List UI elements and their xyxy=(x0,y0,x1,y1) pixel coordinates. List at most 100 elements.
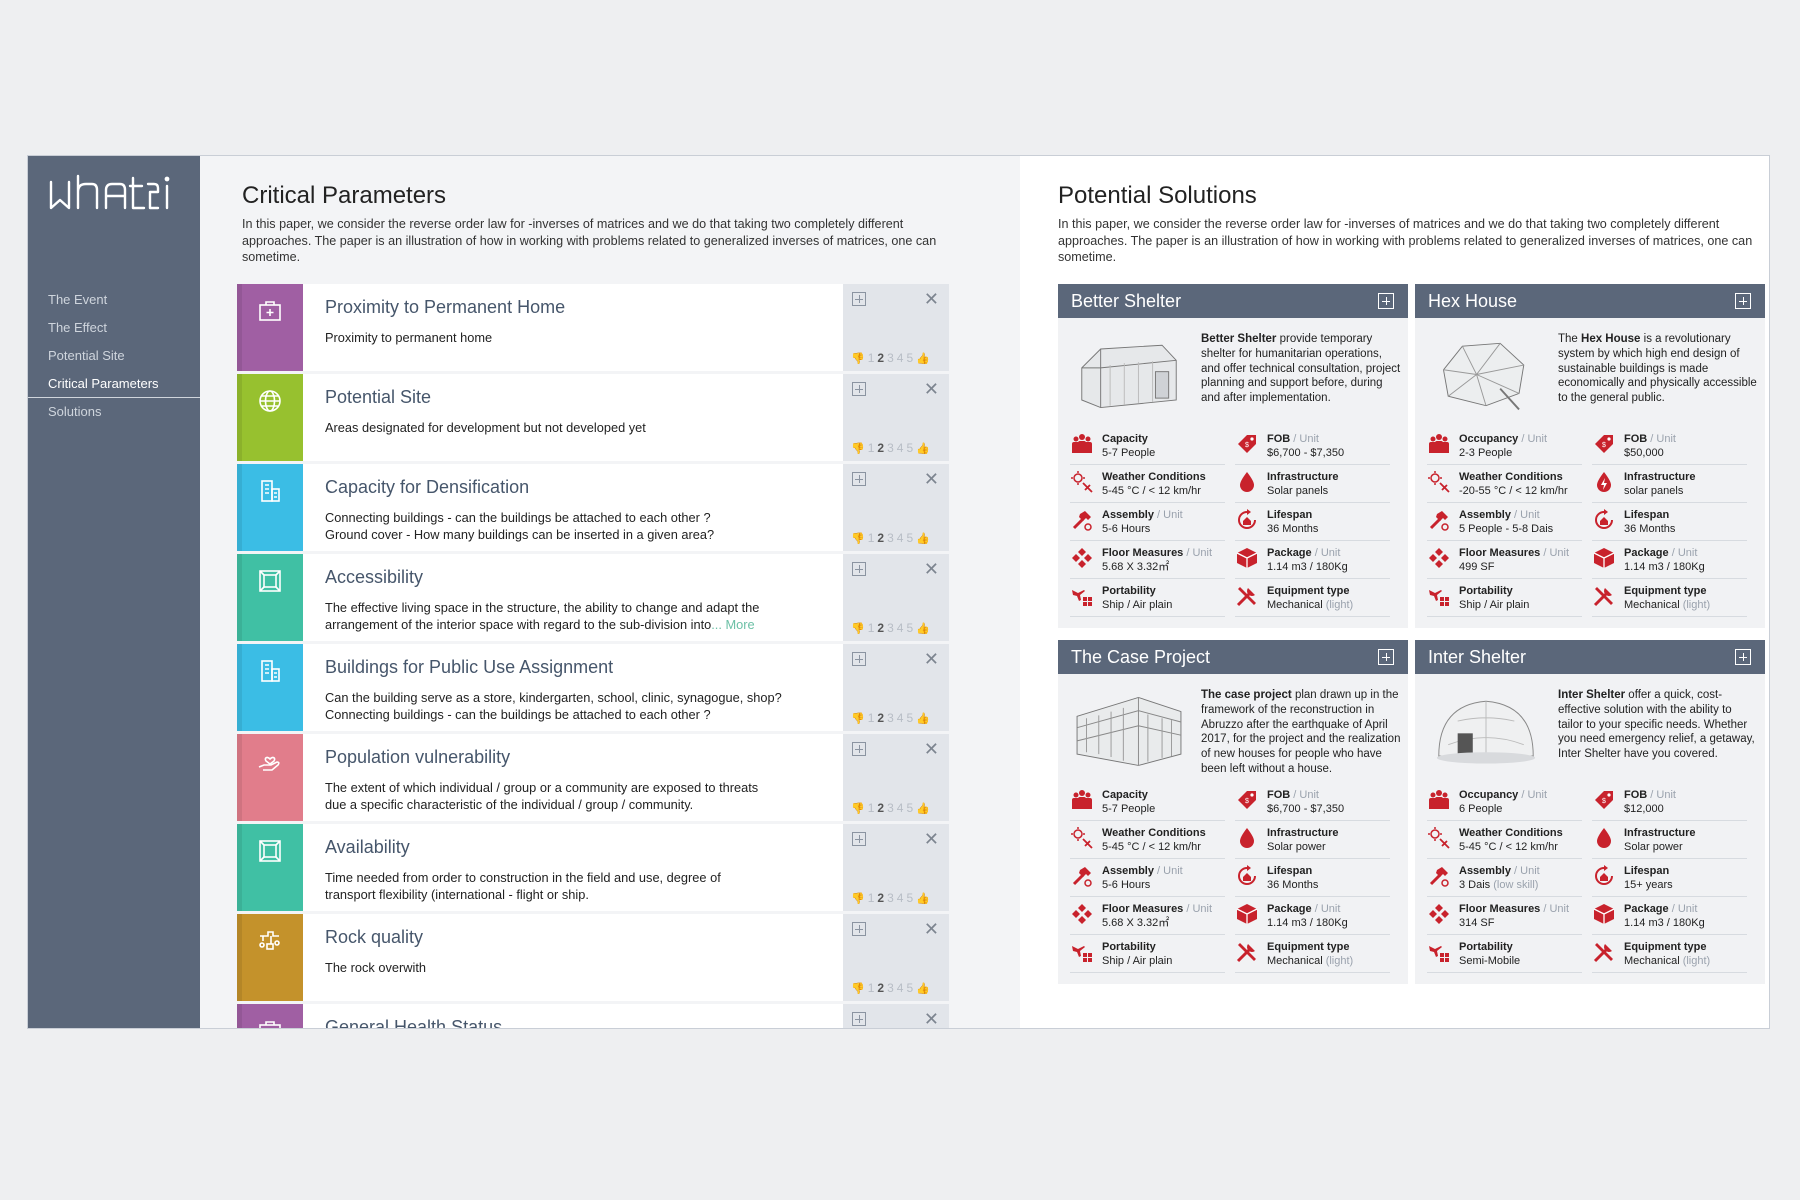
thumbs-up-icon[interactable]: 👍 xyxy=(916,982,931,995)
rating-option[interactable]: 3 xyxy=(887,801,895,815)
rating-option[interactable]: 4 xyxy=(897,801,905,815)
thumbs-down-icon[interactable]: 👎 xyxy=(851,442,866,455)
add-button[interactable] xyxy=(852,382,866,396)
spec-text: Lifespan 36 Months xyxy=(1624,508,1675,536)
rating-option[interactable]: 5 xyxy=(906,351,914,365)
rating-option[interactable]: 2 xyxy=(877,891,885,905)
thumbs-up-icon[interactable]: 👍 xyxy=(916,622,931,635)
parameter-description: Can the building serve as a store, kinde… xyxy=(325,689,843,723)
rating-option[interactable]: 3 xyxy=(887,621,895,635)
nav-item-the-event[interactable]: The Event xyxy=(28,286,200,314)
rating-option[interactable]: 2 xyxy=(877,981,885,995)
thumbs-down-icon[interactable]: 👎 xyxy=(851,892,866,905)
rating-option[interactable]: 3 xyxy=(887,441,895,455)
add-button[interactable] xyxy=(852,292,866,306)
rating-option[interactable]: 2 xyxy=(877,711,885,725)
rating-option[interactable]: 5 xyxy=(906,621,914,635)
rating-option[interactable]: 3 xyxy=(887,351,895,365)
close-icon[interactable]: ✕ xyxy=(924,1010,939,1028)
thumbs-down-icon[interactable]: 👎 xyxy=(851,802,866,815)
rating-option[interactable]: 3 xyxy=(887,891,895,905)
rating-option[interactable]: 4 xyxy=(897,441,905,455)
rating-option[interactable]: 3 xyxy=(887,981,895,995)
spec-value-text: 1.14 m3 / 180Kg xyxy=(1267,561,1348,573)
rating-option[interactable]: 1 xyxy=(868,891,876,905)
thumbs-down-icon[interactable]: 👎 xyxy=(851,622,866,635)
close-icon[interactable]: ✕ xyxy=(924,560,939,578)
close-icon[interactable]: ✕ xyxy=(924,290,939,308)
thumbs-down-icon[interactable]: 👎 xyxy=(851,352,866,365)
thumbs-down-icon[interactable]: 👎 xyxy=(851,532,866,545)
close-icon[interactable]: ✕ xyxy=(924,920,939,938)
rating-option[interactable]: 1 xyxy=(868,711,876,725)
potential-solutions-panel: Potential Solutions In this paper, we co… xyxy=(1020,156,1769,1028)
thumbs-up-icon[interactable]: 👍 xyxy=(916,352,931,365)
expand-button[interactable] xyxy=(1378,293,1394,309)
parameter-description-line: Connecting buildings - can the buildings… xyxy=(325,706,843,723)
spec-label-name: Capacity xyxy=(1102,789,1148,801)
close-icon[interactable]: ✕ xyxy=(924,380,939,398)
close-icon[interactable]: ✕ xyxy=(924,470,939,488)
thumbs-up-icon[interactable]: 👍 xyxy=(916,802,931,815)
rating-option[interactable]: 1 xyxy=(868,981,876,995)
rating-option[interactable]: 5 xyxy=(906,981,914,995)
rating-option[interactable]: 1 xyxy=(868,531,876,545)
close-icon[interactable]: ✕ xyxy=(924,830,939,848)
rating-option[interactable]: 1 xyxy=(868,351,876,365)
rating-option[interactable]: 1 xyxy=(868,801,876,815)
rating-option[interactable]: 5 xyxy=(906,441,914,455)
close-icon[interactable]: ✕ xyxy=(924,740,939,758)
rating-option[interactable]: 2 xyxy=(877,531,885,545)
spec-text: Occupancy / Unit 6 People xyxy=(1459,788,1547,816)
expand-button[interactable] xyxy=(1735,649,1751,665)
thumbs-up-icon[interactable]: 👍 xyxy=(916,712,931,725)
parameter-color-strip xyxy=(237,734,310,821)
rating-option[interactable]: 4 xyxy=(897,981,905,995)
more-link[interactable]: ... More xyxy=(711,617,754,632)
expand-button[interactable] xyxy=(1378,649,1394,665)
rating-option[interactable]: 2 xyxy=(877,351,885,365)
nav-item-potential-site[interactable]: Potential Site xyxy=(28,342,200,370)
rating-option[interactable]: 5 xyxy=(906,531,914,545)
add-button[interactable] xyxy=(852,472,866,486)
add-button[interactable] xyxy=(852,742,866,756)
rating-option[interactable]: 3 xyxy=(887,711,895,725)
thumbs-up-icon[interactable]: 👍 xyxy=(916,442,931,455)
rating-option[interactable]: 4 xyxy=(897,351,905,365)
spec-label-name: Floor Measures xyxy=(1459,903,1541,915)
add-button[interactable] xyxy=(852,922,866,936)
parameter-title: Population vulnerability xyxy=(325,747,511,767)
thumbs-up-icon[interactable]: 👍 xyxy=(916,892,931,905)
rating-option[interactable]: 4 xyxy=(897,621,905,635)
add-button[interactable] xyxy=(852,562,866,576)
rating-option[interactable]: 4 xyxy=(897,711,905,725)
close-icon[interactable]: ✕ xyxy=(924,650,939,668)
rating-option[interactable]: 1 xyxy=(868,621,876,635)
thumbs-down-icon[interactable]: 👎 xyxy=(851,982,866,995)
rating-option[interactable]: 2 xyxy=(877,441,885,455)
nav-item-the-effect[interactable]: The Effect xyxy=(28,314,200,342)
rating-option[interactable]: 2 xyxy=(877,801,885,815)
nav-item-solutions[interactable]: Solutions xyxy=(28,398,200,426)
rating-option[interactable]: 1 xyxy=(868,441,876,455)
spec-label-name: Portability xyxy=(1102,585,1156,597)
add-button[interactable] xyxy=(852,1012,866,1026)
add-button[interactable] xyxy=(852,832,866,846)
thumbs-down-icon[interactable]: 👎 xyxy=(851,712,866,725)
rating-option[interactable]: 5 xyxy=(906,711,914,725)
parameter-row-potential-site: Potential Site Areas designated for devel… xyxy=(237,374,949,461)
rating-option[interactable]: 4 xyxy=(897,891,905,905)
rating-option[interactable]: 5 xyxy=(906,891,914,905)
thumbs-up-icon[interactable]: 👍 xyxy=(916,532,931,545)
drop-icon xyxy=(1235,826,1261,852)
spec-label: Floor Measures / Unit xyxy=(1459,902,1569,916)
rating-option[interactable]: 4 xyxy=(897,531,905,545)
expand-button[interactable] xyxy=(1735,293,1751,309)
rating-option[interactable]: 3 xyxy=(887,531,895,545)
rating-option[interactable]: 5 xyxy=(906,801,914,815)
whati-logo[interactable] xyxy=(48,174,173,218)
add-button[interactable] xyxy=(852,652,866,666)
nav-item-critical-parameters[interactable]: Critical Parameters xyxy=(28,370,200,398)
spec-label-name: Weather Conditions xyxy=(1459,471,1563,483)
rating-option[interactable]: 2 xyxy=(877,621,885,635)
